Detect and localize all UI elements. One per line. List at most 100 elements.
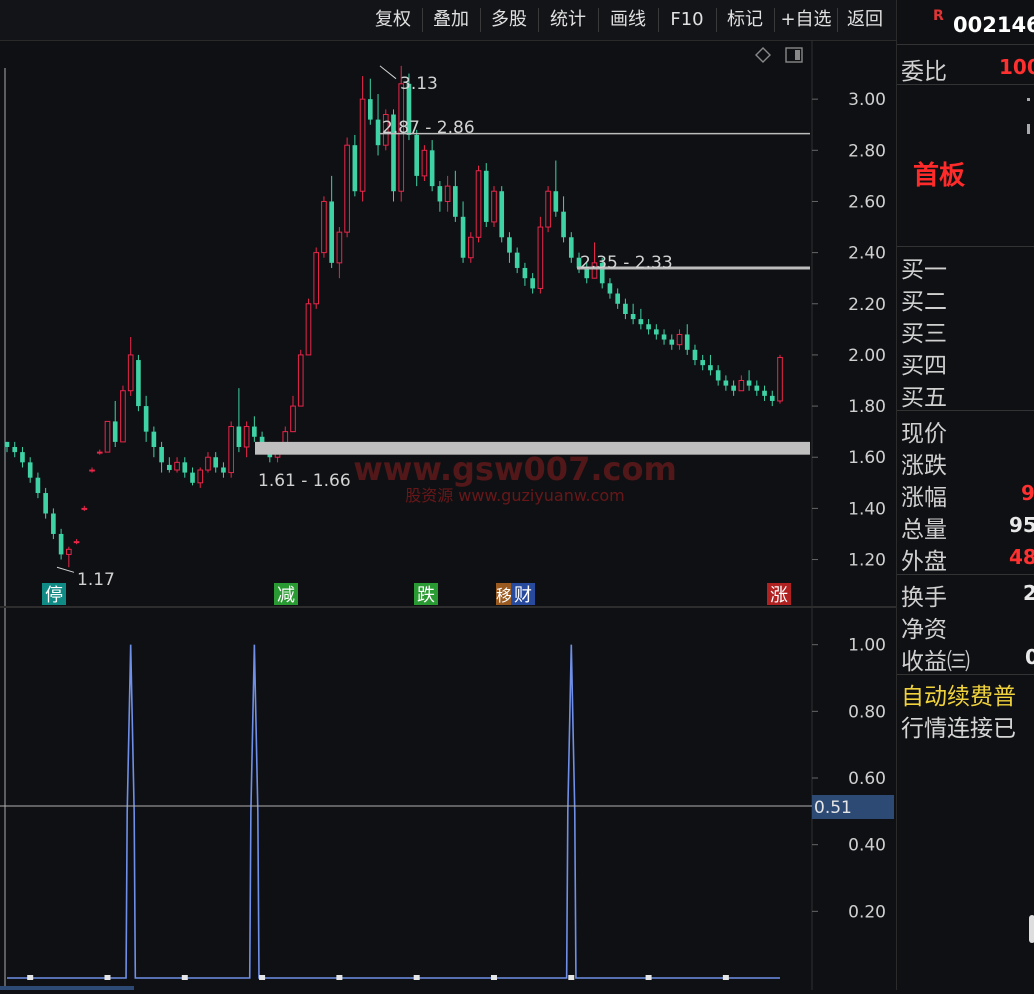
candle-body bbox=[73, 541, 80, 544]
candle-body bbox=[723, 380, 729, 386]
candle-body bbox=[429, 150, 435, 187]
separator bbox=[897, 574, 1034, 575]
candle-body bbox=[136, 360, 141, 407]
outer-disk-label: 外盘 bbox=[901, 549, 947, 575]
candle-body bbox=[692, 349, 698, 361]
candle-body bbox=[654, 329, 659, 335]
indicator-dot bbox=[181, 975, 188, 980]
toolbar-separator bbox=[480, 8, 481, 32]
candle-body bbox=[615, 293, 620, 304]
y-tick-label: 2.00 bbox=[848, 346, 886, 366]
candle-body bbox=[483, 170, 489, 222]
tick-mark bbox=[1027, 124, 1030, 134]
indicator-chart[interactable]: 0.20 0.40 0.60 0.80 1.00 0.51 bbox=[0, 608, 896, 990]
toolbar-separator bbox=[774, 8, 775, 32]
candle-body bbox=[51, 513, 56, 534]
toolbar-separator bbox=[538, 8, 539, 32]
add-watchlist-button[interactable]: +自选 bbox=[776, 6, 836, 34]
outer-disk-value: 48 bbox=[1009, 545, 1034, 569]
marker-cai[interactable]: 财 bbox=[511, 583, 535, 606]
panel-toggle-icon[interactable] bbox=[785, 47, 803, 63]
y-tick-label: 2.80 bbox=[848, 141, 886, 161]
overlay-button[interactable]: 叠加 bbox=[424, 6, 478, 34]
candle-body bbox=[522, 267, 528, 279]
candle-body bbox=[58, 533, 64, 555]
candle-body bbox=[661, 334, 667, 340]
diamond-icon[interactable] bbox=[755, 47, 771, 63]
candle-body bbox=[66, 548, 72, 555]
marker-ting[interactable]: 停 bbox=[42, 583, 66, 606]
indicator-dot bbox=[645, 975, 652, 980]
high-price-label: 3.13 bbox=[400, 74, 438, 94]
candle-body bbox=[143, 406, 149, 432]
first-board-label: 首板 bbox=[913, 161, 966, 191]
back-button[interactable]: 返回 bbox=[839, 6, 891, 34]
kline-panel[interactable]: 1.20 1.40 1.60 1.80 2.00 2.20 2.40 2.60 2.80 3.00… bbox=[0, 40, 896, 606]
y-tick-label: 2.20 bbox=[848, 295, 886, 315]
candle-body bbox=[623, 303, 628, 314]
candle-body bbox=[568, 237, 574, 258]
volume-label: 总量 bbox=[901, 517, 947, 543]
support-label: 1.61 - 1.66 bbox=[258, 471, 351, 491]
candle-body bbox=[120, 390, 126, 443]
buy-5-label: 买五 bbox=[901, 385, 947, 411]
f10-button[interactable]: F10 bbox=[660, 6, 714, 34]
mark-button[interactable]: 标记 bbox=[718, 6, 772, 34]
watermark-main: www.gsw007.com bbox=[353, 450, 677, 488]
candle-body bbox=[167, 464, 172, 471]
toolbar-separator bbox=[422, 8, 423, 32]
separator bbox=[897, 674, 1034, 675]
candle-body bbox=[467, 236, 474, 259]
candle-body bbox=[329, 201, 334, 263]
marker-yi[interactable]: 移 bbox=[496, 583, 512, 605]
candle-body bbox=[243, 426, 250, 448]
cursor-value-label: 0.51 bbox=[814, 798, 852, 818]
y-tick-label: 1.00 bbox=[848, 636, 886, 656]
candle-body bbox=[81, 507, 88, 510]
candle-body bbox=[290, 405, 296, 433]
candle-body bbox=[367, 99, 373, 120]
scrollbar-thumb[interactable] bbox=[0, 986, 134, 990]
candle-body bbox=[754, 385, 760, 391]
candle-body bbox=[352, 145, 358, 192]
eps-label: 收益㈢ bbox=[901, 649, 970, 675]
auto-renew-notice[interactable]: 自动续费普 bbox=[901, 677, 1016, 711]
candle-body bbox=[305, 303, 312, 356]
draw-line-button[interactable]: 画线 bbox=[600, 6, 656, 34]
candle-body bbox=[151, 431, 157, 447]
buy-4-label: 买四 bbox=[901, 353, 947, 379]
candle-body bbox=[414, 134, 420, 176]
indicator-dot bbox=[413, 975, 420, 980]
kline-chart[interactable]: 1.20 1.40 1.60 1.80 2.00 2.20 2.40 2.60 2.80 3.00… bbox=[0, 40, 896, 606]
candle-body bbox=[159, 447, 164, 463]
tick-mark bbox=[1027, 98, 1030, 101]
marker-die[interactable]: 跌 bbox=[414, 583, 438, 606]
marker-jian[interactable]: 减 bbox=[274, 583, 298, 606]
indicator-panel[interactable]: 0.20 0.40 0.60 0.80 1.00 0.51 bbox=[0, 608, 896, 990]
candle-body bbox=[228, 426, 234, 474]
indicator-dot bbox=[27, 975, 34, 980]
candle-body bbox=[514, 252, 520, 268]
candle-body bbox=[708, 365, 713, 371]
candle-body bbox=[769, 395, 775, 401]
stock-code[interactable]: 002146 bbox=[953, 13, 1034, 37]
marker-jian-label: 减 bbox=[277, 585, 295, 606]
candle-body bbox=[676, 333, 683, 346]
candle-body bbox=[507, 237, 512, 253]
statistics-button[interactable]: 统计 bbox=[540, 6, 596, 34]
candle-body bbox=[715, 370, 721, 381]
candle-body bbox=[375, 119, 381, 146]
marker-cai-label: 财 bbox=[514, 585, 532, 606]
candle-body bbox=[746, 380, 752, 386]
rong-flag: R bbox=[933, 8, 944, 24]
side-scroll-handle[interactable] bbox=[1029, 915, 1034, 943]
candle-body bbox=[762, 390, 767, 396]
y-tick-label: 1.40 bbox=[848, 499, 886, 519]
eps-value: 0 bbox=[1025, 645, 1034, 669]
multi-stock-button[interactable]: 多股 bbox=[482, 6, 536, 34]
marker-zhang[interactable]: 涨 bbox=[767, 583, 791, 606]
fuquan-button[interactable]: 复权 bbox=[366, 6, 420, 34]
marker-ting-label: 停 bbox=[45, 585, 63, 606]
buy-1-label: 买一 bbox=[901, 257, 947, 283]
candle-body bbox=[236, 426, 242, 447]
